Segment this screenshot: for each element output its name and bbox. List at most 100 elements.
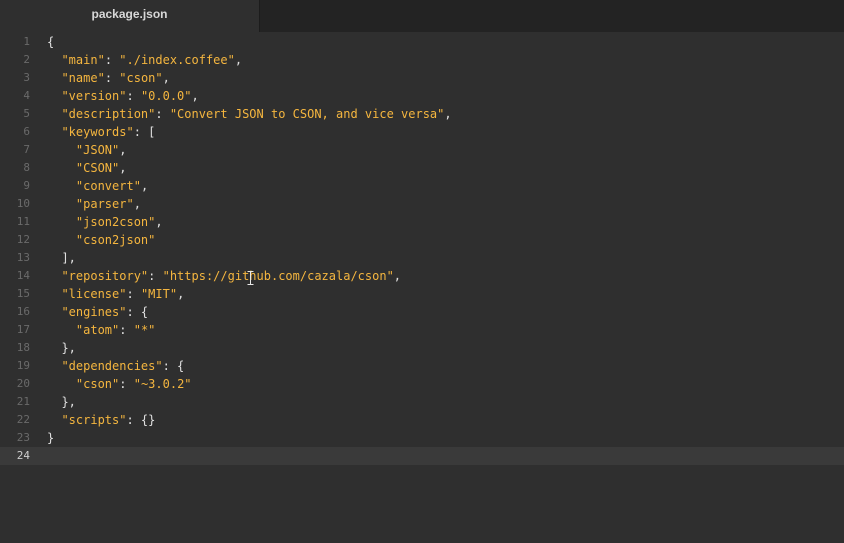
string-token: "main": [61, 53, 105, 67]
code-text: ],: [47, 249, 75, 267]
line-number: 13: [16, 251, 30, 264]
code-text: "main": "./index.coffee",: [47, 51, 242, 69]
string-token: "Convert JSON to CSON, and vice versa": [169, 107, 445, 121]
code-text: "engines": {: [47, 303, 148, 321]
code-text: "dependencies": {: [47, 357, 184, 375]
line-number: 7: [23, 143, 30, 156]
punctuation-token: ,: [162, 71, 170, 85]
code-line[interactable]: 17 "atom": "*": [0, 321, 844, 339]
code-text: },: [47, 339, 76, 357]
code-line[interactable]: 4 "version": "0.0.0",: [0, 87, 844, 105]
string-token: "scripts": [61, 413, 127, 427]
line-number: 19: [16, 359, 30, 372]
punctuation-token: : [: [133, 125, 156, 139]
string-token: "./index.coffee": [119, 53, 235, 67]
code-text: }: [47, 429, 54, 447]
code-line[interactable]: 6 "keywords": [: [0, 123, 844, 141]
code-text: "keywords": [: [47, 123, 155, 141]
punctuation-token: : {}: [126, 413, 156, 427]
line-number: 14: [16, 269, 30, 282]
code-line[interactable]: 1{: [0, 33, 844, 51]
punctuation-token: },: [61, 395, 76, 409]
tab-package-json[interactable]: package.json: [0, 0, 260, 32]
string-token: "name": [61, 71, 105, 85]
text-cursor-icon: [247, 271, 254, 285]
code-line[interactable]: 10 "parser",: [0, 195, 844, 213]
code-text: "convert",: [47, 177, 148, 195]
punctuation-token: },: [61, 341, 76, 355]
string-token: "dependencies": [61, 359, 163, 373]
code-line[interactable]: 16 "engines": {: [0, 303, 844, 321]
string-token: "https://github.com/cazala/cson": [162, 269, 394, 283]
code-text: "name": "cson",: [47, 69, 170, 87]
string-token: "*": [133, 323, 156, 337]
code-line[interactable]: 23}: [0, 429, 844, 447]
string-token: "atom": [75, 323, 120, 337]
line-number: 18: [16, 341, 30, 354]
code-text: "atom": "*": [47, 321, 156, 339]
code-line[interactable]: 15 "license": "MIT",: [0, 285, 844, 303]
code-editor[interactable]: 1{2 "main": "./index.coffee", 3 "name": "…: [0, 32, 844, 543]
line-number: 11: [16, 215, 30, 228]
code-line[interactable]: 21 },: [0, 393, 844, 411]
punctuation-token: ,: [119, 143, 127, 157]
code-line[interactable]: 13 ],: [0, 249, 844, 267]
punctuation-token: ,: [234, 53, 243, 67]
code-text: "description": "Convert JSON to CSON, an…: [47, 105, 452, 123]
string-token: "version": [61, 89, 127, 103]
string-token: "parser": [75, 197, 134, 211]
punctuation-token: ,: [177, 287, 185, 301]
code-line[interactable]: 18 },: [0, 339, 844, 357]
line-number: 20: [16, 377, 30, 390]
line-number: 5: [23, 107, 30, 120]
code-line[interactable]: 20 "cson": "~3.0.2": [0, 375, 844, 393]
code-line[interactable]: 24: [0, 447, 844, 465]
code-line[interactable]: 9 "convert",: [0, 177, 844, 195]
punctuation-token: :: [119, 323, 134, 337]
punctuation-token: ,: [444, 107, 452, 121]
punctuation-token: : {: [162, 359, 185, 373]
punctuation-token: ,: [133, 197, 141, 211]
string-token: "~3.0.2": [133, 377, 192, 391]
code-line[interactable]: 5 "description": "Convert JSON to CSON, …: [0, 105, 844, 123]
line-number: 8: [23, 161, 30, 174]
punctuation-token: :: [104, 53, 120, 67]
punctuation-token: : {: [126, 305, 149, 319]
string-token: "convert": [75, 179, 141, 193]
code-line[interactable]: 14 "repository": "https://github.com/caz…: [0, 267, 844, 285]
code-text: "repository": "https://github.com/cazala…: [47, 267, 401, 285]
code-line[interactable]: 7 "JSON",: [0, 141, 844, 159]
code-line[interactable]: 8 "CSON",: [0, 159, 844, 177]
tab-bar: package.json: [0, 0, 844, 32]
code-text: "parser",: [47, 195, 141, 213]
code-line[interactable]: 11 "json2cson",: [0, 213, 844, 231]
code-line[interactable]: 2 "main": "./index.coffee",: [0, 51, 844, 69]
line-number: 9: [23, 179, 30, 192]
line-number: 22: [16, 413, 30, 426]
punctuation-token: ,: [155, 215, 163, 229]
tab-title: package.json: [91, 7, 168, 21]
line-number: 2: [23, 53, 30, 66]
code-line[interactable]: 19 "dependencies": {: [0, 357, 844, 375]
code-line[interactable]: 12 "cson2json": [0, 231, 844, 249]
code-text: "CSON",: [47, 159, 127, 177]
code-line[interactable]: 3 "name": "cson",: [0, 69, 844, 87]
code-text: "scripts": {}: [47, 411, 155, 429]
string-token: "json2cson": [75, 215, 156, 229]
punctuation-token: :: [119, 377, 134, 391]
string-token: "JSON": [75, 143, 120, 157]
code-text: "license": "MIT",: [47, 285, 184, 303]
code-line[interactable]: 22 "scripts": {}: [0, 411, 844, 429]
line-number: 15: [16, 287, 30, 300]
